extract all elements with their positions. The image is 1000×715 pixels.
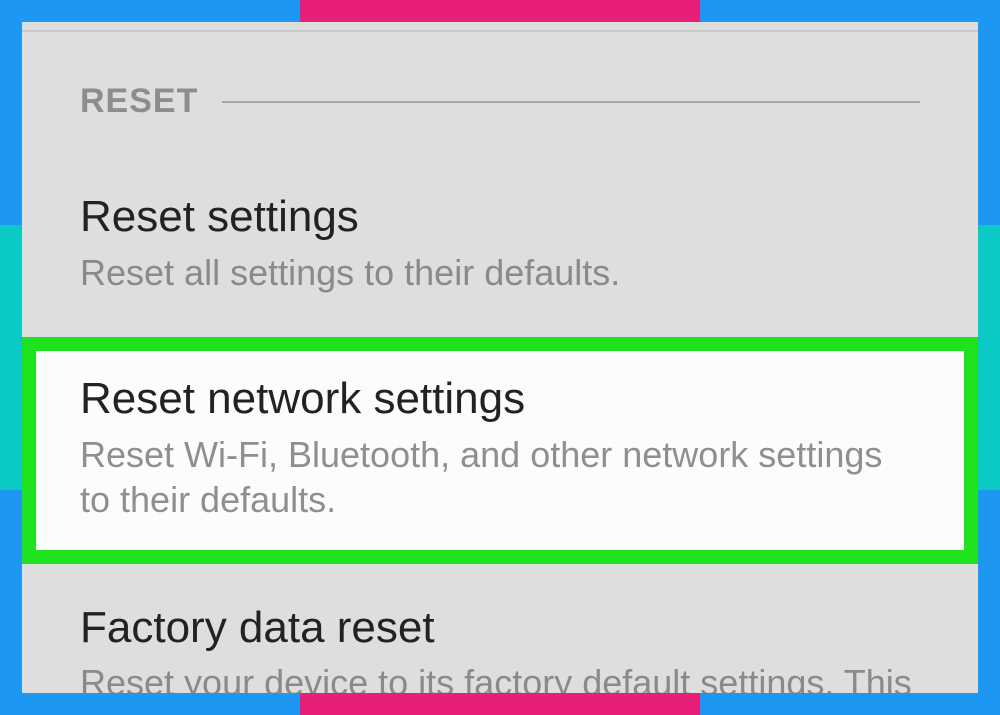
section-header-line [222,101,920,103]
item-title: Reset network settings [80,373,920,426]
highlight-box: Reset network settings Reset Wi-Fi, Blue… [22,337,978,564]
tutorial-frame: RESET Reset settings Reset all settings … [0,0,1000,715]
frame-notch-bottom [300,693,700,715]
section-header: RESET [22,32,978,121]
settings-screen: RESET Reset settings Reset all settings … [22,22,978,693]
item-subtitle: Reset all settings to their defaults. [80,250,920,295]
frame-notch-left [0,225,22,490]
item-title: Reset settings [80,191,920,244]
frame-notch-right [978,225,1000,490]
settings-list: Reset settings Reset all settings to the… [22,121,978,693]
frame-notch-top [300,0,700,22]
section-header-label: RESET [80,82,198,121]
item-title: Factory data reset [80,602,920,655]
list-item-factory-data-reset[interactable]: Factory data reset Reset your device to … [22,572,978,693]
item-subtitle: Reset your device to its factory default… [80,660,920,693]
list-item-reset-network-settings[interactable]: Reset network settings Reset Wi-Fi, Blue… [36,351,964,550]
item-subtitle: Reset Wi-Fi, Bluetooth, and other networ… [80,432,920,522]
list-item-reset-settings[interactable]: Reset settings Reset all settings to the… [22,161,978,329]
